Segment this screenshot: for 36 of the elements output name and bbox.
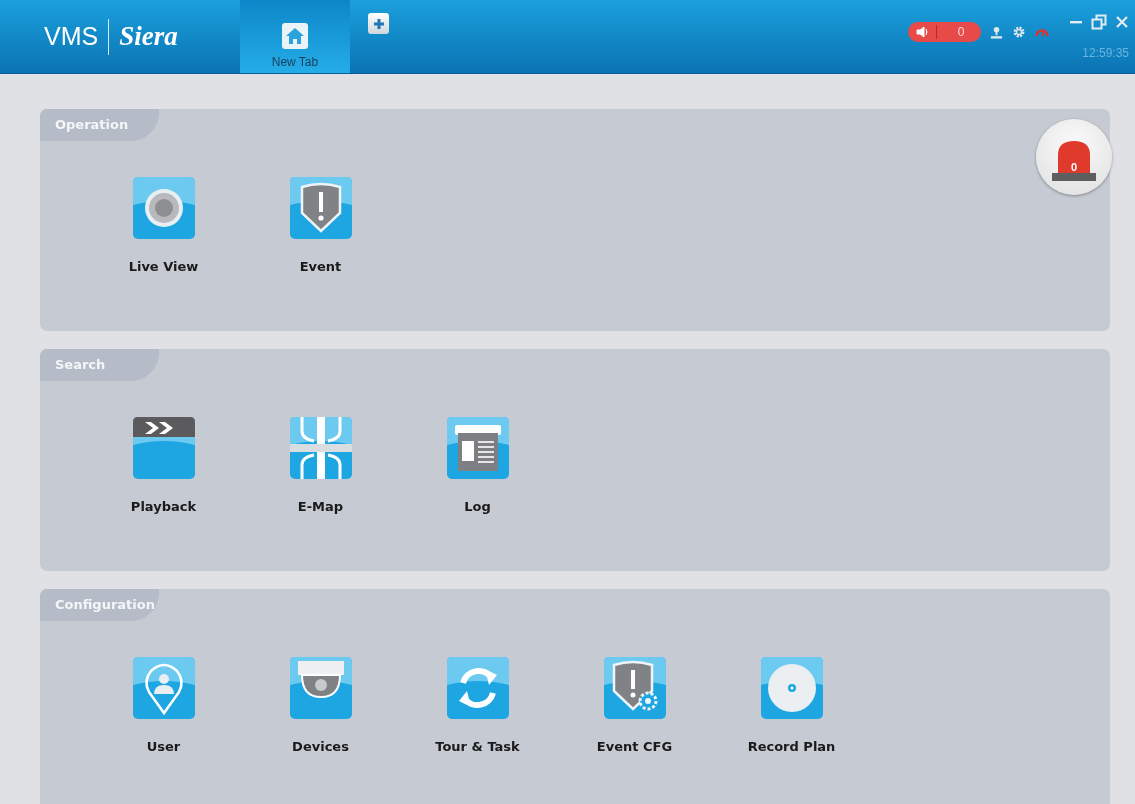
item-label[interactable]: Log (464, 499, 491, 514)
gauge-icon[interactable] (1035, 27, 1049, 37)
camera-icon[interactable] (132, 177, 195, 239)
document-icon[interactable] (446, 417, 509, 479)
dome-camera-icon[interactable] (289, 657, 352, 719)
clapperboard-icon[interactable] (132, 417, 195, 479)
item-label[interactable]: Record Plan (747, 739, 836, 754)
alarm-beacon-button[interactable]: 0 (1036, 119, 1112, 195)
speaker-icon (916, 26, 930, 38)
shield-gear-icon[interactable] (603, 657, 666, 719)
tab[interactable]: New Tab (240, 0, 350, 73)
item-label[interactable]: User (146, 739, 181, 754)
item-label[interactable]: Devices (292, 739, 349, 754)
clock-time: 12:59:35 (1082, 46, 1129, 60)
item-label[interactable]: Event (299, 259, 342, 274)
section-title: Search (40, 349, 159, 381)
item-label[interactable]: Live View (128, 259, 199, 274)
restore-icon[interactable] (1091, 14, 1107, 30)
refresh-icon[interactable] (446, 657, 509, 719)
section-title: Operation (40, 109, 159, 141)
item-label[interactable]: E-Map (297, 499, 344, 514)
user-icon[interactable] (990, 25, 1003, 39)
home-icon (282, 23, 308, 49)
logo-text: VMS (44, 22, 99, 51)
item-label[interactable]: Tour & Task (435, 739, 520, 754)
add-tab-button[interactable] (368, 13, 389, 34)
shield-icon[interactable] (289, 177, 352, 239)
plus-icon (372, 17, 385, 30)
map-icon[interactable] (289, 417, 352, 479)
section-title: Configuration (40, 589, 159, 621)
settings-icon[interactable] (1012, 25, 1026, 39)
item-label[interactable]: Playback (130, 499, 197, 514)
brand-logo: Siera (119, 21, 178, 52)
close-icon[interactable] (1115, 15, 1129, 29)
item-label[interactable]: Event CFG (596, 739, 673, 754)
user-pin-icon[interactable] (132, 657, 195, 719)
